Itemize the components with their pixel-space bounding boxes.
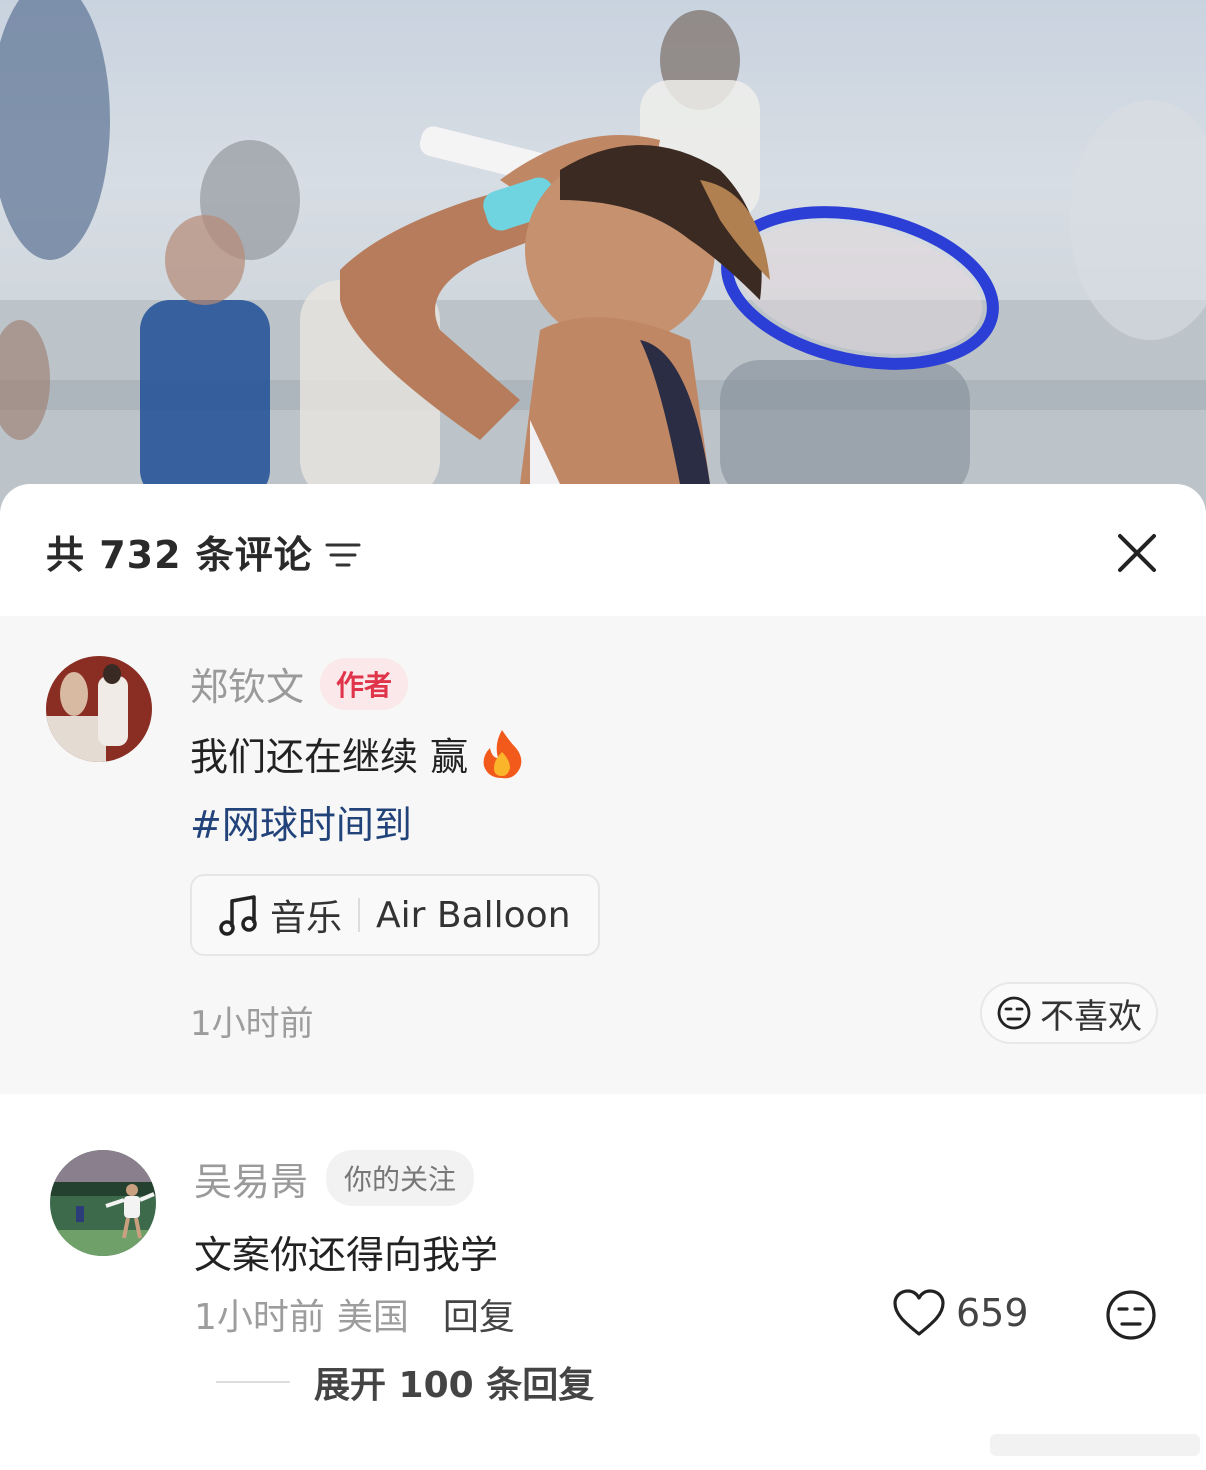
- username[interactable]: 郑钦文: [190, 656, 304, 711]
- like-button[interactable]: 659: [892, 1288, 1029, 1338]
- watermark-logo: [990, 1434, 1200, 1456]
- music-divider: [358, 898, 361, 932]
- author-name-row: 郑钦文 作者: [190, 656, 409, 711]
- username[interactable]: 吴易昺: [194, 1151, 308, 1206]
- close-icon[interactable]: [1112, 528, 1162, 578]
- expand-replies-label[interactable]: 展开 100 条回复: [314, 1356, 594, 1408]
- sheet-header: 共 732 条评论: [0, 484, 1206, 616]
- comment-location: 美国: [336, 1297, 409, 1338]
- music-card[interactable]: 音乐 Air Balloon: [190, 874, 600, 956]
- following-badge: 你的关注: [326, 1150, 475, 1206]
- comment-meta: 1小时前 美国 回复: [194, 1288, 527, 1340]
- author-badge: 作者: [320, 657, 409, 710]
- dislike-face-icon: [997, 996, 1031, 1030]
- author-comment[interactable]: 郑钦文 作者 我们还在继续 赢 #网球时间到 音乐 Air Balloon 1小…: [0, 616, 1206, 1094]
- like-count: 659: [956, 1291, 1029, 1335]
- music-title: Air Balloon: [376, 894, 571, 936]
- music-note-icon: [219, 895, 257, 936]
- expand-replies[interactable]: 展开 100 条回复: [216, 1356, 594, 1408]
- expand-divider: [216, 1381, 290, 1383]
- comment-body: 我们还在继续 赢: [190, 735, 469, 779]
- filter-icon[interactable]: [325, 536, 361, 568]
- reply-name-row: 吴易昺 你的关注: [194, 1150, 475, 1206]
- comment-time: 1小时前: [194, 1297, 325, 1338]
- tennis-player-illustration: [0, 0, 1206, 520]
- hero-photo: [0, 0, 1206, 520]
- avatar[interactable]: [46, 656, 152, 762]
- fire-icon: [480, 728, 524, 780]
- avatar[interactable]: [50, 1150, 156, 1256]
- comment-count-title: 共 732 条评论: [46, 524, 361, 579]
- heart-icon: [893, 1289, 945, 1336]
- comment-text: 文案你还得向我学: [194, 1233, 499, 1277]
- comment-item[interactable]: 吴易昺 你的关注 文案你还得向我学 1小时前 美国 回复 659 展开 100: [0, 1094, 1206, 1470]
- dislike-face-icon[interactable]: [1104, 1288, 1158, 1342]
- hashtag-link[interactable]: #网球时间到: [190, 794, 412, 849]
- comment-text: 我们还在继续 赢: [190, 726, 524, 781]
- comments-sheet: 共 732 条评论 郑钦文 作者 我们还在继续 赢 #网球时间到 音乐 Air …: [0, 484, 1206, 1470]
- dislike-label: 不喜欢: [1040, 996, 1142, 1037]
- dislike-button[interactable]: 不喜欢: [980, 982, 1158, 1044]
- comment-count-text: 共 732 条评论: [46, 533, 313, 577]
- music-label: 音乐: [270, 898, 343, 939]
- comment-time: 1小时前: [190, 1004, 314, 1044]
- reply-button[interactable]: 回复: [443, 1288, 515, 1340]
